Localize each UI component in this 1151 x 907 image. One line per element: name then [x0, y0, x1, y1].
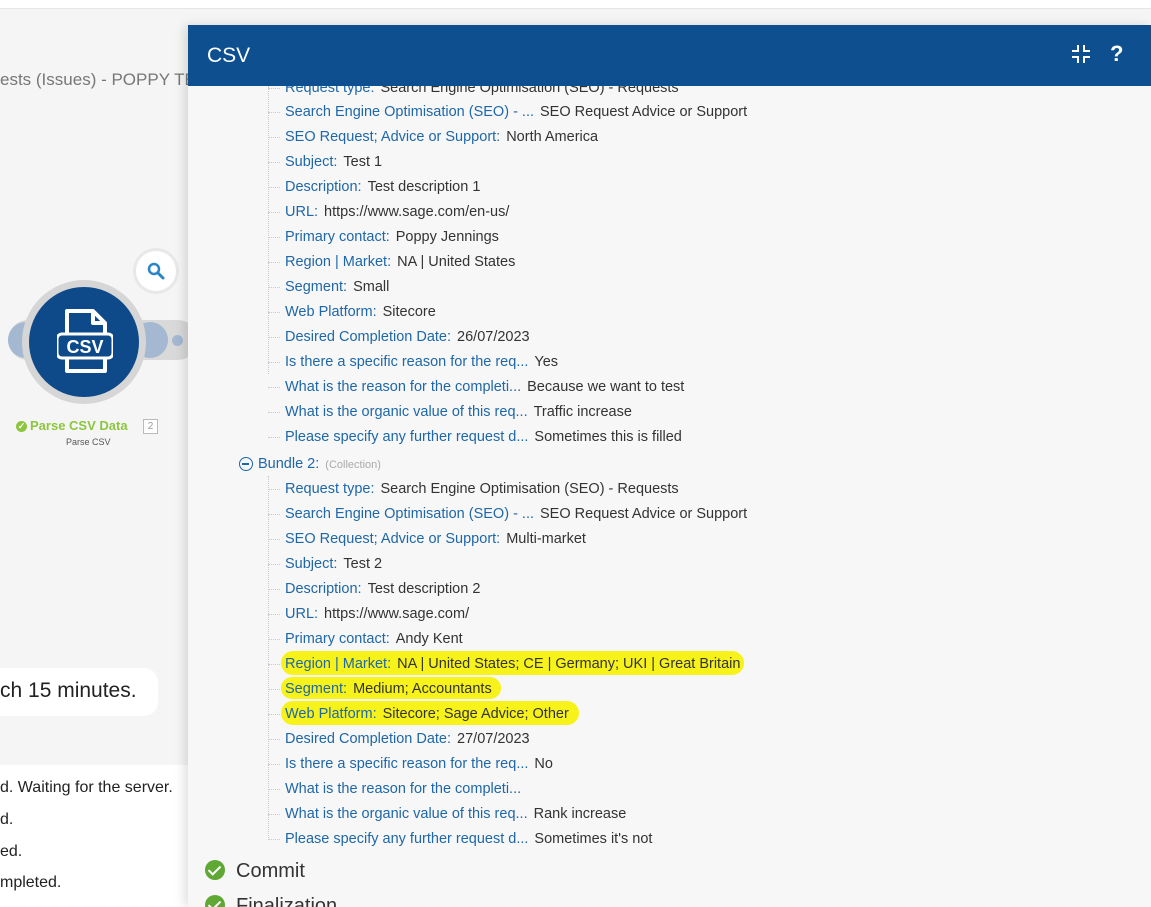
log-line: ed. — [0, 843, 23, 860]
list-item: Desired Completion Date: 26/07/2023 — [268, 327, 530, 347]
log-line: d. — [0, 811, 14, 828]
list-item: Region | Market: NA | United States — [268, 252, 515, 272]
list-item: Segment: Medium; Accountants — [268, 679, 492, 699]
module-subtitle: Parse CSV — [66, 437, 111, 447]
list-item: What is the organic value of this req...… — [268, 804, 626, 824]
list-item: Web Platform: Sitecore — [268, 302, 436, 322]
success-check-icon: ✓ — [16, 421, 27, 433]
parse-csv-module[interactable]: CSV — [8, 280, 198, 410]
list-item: Please specify any further request d... S… — [268, 829, 652, 849]
log-line: d. Waiting for the server. — [0, 779, 173, 796]
search-icon[interactable] — [136, 251, 176, 291]
list-item: Search Engine Optimisation (SEO) - ... SE… — [268, 504, 747, 524]
list-item: Is there a specific reason for the req..… — [268, 754, 553, 774]
check-circle-icon — [205, 895, 225, 907]
execution-log: d. Waiting for the server. d. ed. mplete… — [0, 765, 200, 907]
list-item: Web Platform: Sitecore; Sage Advice; Othe… — [268, 704, 569, 724]
csv-module-icon: CSV — [29, 287, 139, 397]
log-line: mpleted. — [0, 874, 62, 891]
collapse-icon[interactable] — [1071, 44, 1091, 64]
scenario-title: ests (Issues) - POPPY TES — [0, 70, 208, 89]
bundle-output-tree[interactable]: Request type: Search Engine Optimisation … — [188, 86, 1151, 907]
csv-icon-text: CSV — [66, 337, 103, 357]
list-item: Request type: Search Engine Optimisation … — [268, 479, 679, 499]
list-item: Please specify any further request d... S… — [268, 427, 682, 447]
list-item: Region | Market: NA | United States; CE |… — [268, 654, 740, 674]
list-item: SEO Request; Advice or Support: North Ame… — [268, 127, 598, 147]
list-item: Request type: Search Engine Optimisation … — [268, 86, 679, 98]
help-icon[interactable]: ? — [1110, 41, 1123, 67]
list-item: SEO Request; Advice or Support: Multi-mar… — [268, 529, 586, 549]
list-item: What is the reason for the completi... Be… — [268, 377, 684, 397]
list-item: Primary contact: Andy Kent — [268, 629, 463, 649]
list-item: Desired Completion Date: 27/07/2023 — [268, 729, 530, 749]
schedule-toast: ch 15 minutes. — [0, 668, 158, 716]
list-item: URL: https://www.sage.com/ — [268, 604, 469, 624]
dialog-title: CSV — [207, 44, 251, 67]
bundle-2-toggle[interactable]: Bundle 2: (Collection) — [239, 454, 381, 475]
list-item: What is the organic value of this req...… — [268, 402, 632, 422]
collapse-minus-icon[interactable] — [239, 457, 253, 471]
list-item: What is the reason for the completi... — [268, 779, 527, 799]
check-circle-icon — [205, 860, 225, 880]
dialog-header: CSV ? — [188, 25, 1151, 86]
step-commit: Commit — [205, 860, 305, 883]
csv-output-dialog: CSV ? Request type: Search Engine Optimis… — [188, 25, 1151, 907]
list-item: Description: Test description 2 — [268, 579, 480, 599]
list-item: URL: https://www.sage.com/en-us/ — [268, 202, 509, 222]
module-name: ✓ Parse CSV Data — [16, 418, 128, 433]
list-item: Search Engine Optimisation (SEO) - ... SE… — [268, 102, 747, 122]
list-item: Segment: Small — [268, 277, 389, 297]
module-id-badge: 2 — [143, 419, 158, 434]
list-item: Description: Test description 1 — [268, 177, 480, 197]
list-item: Subject: Test 1 — [268, 152, 382, 172]
module-connection-dot — [172, 335, 183, 346]
list-item: Subject: Test 2 — [268, 554, 382, 574]
browser-top-bar — [0, 0, 1151, 9]
list-item: Is there a specific reason for the req..… — [268, 352, 558, 372]
list-item: Primary contact: Poppy Jennings — [268, 227, 499, 247]
step-finalization: Finalization — [205, 895, 337, 907]
